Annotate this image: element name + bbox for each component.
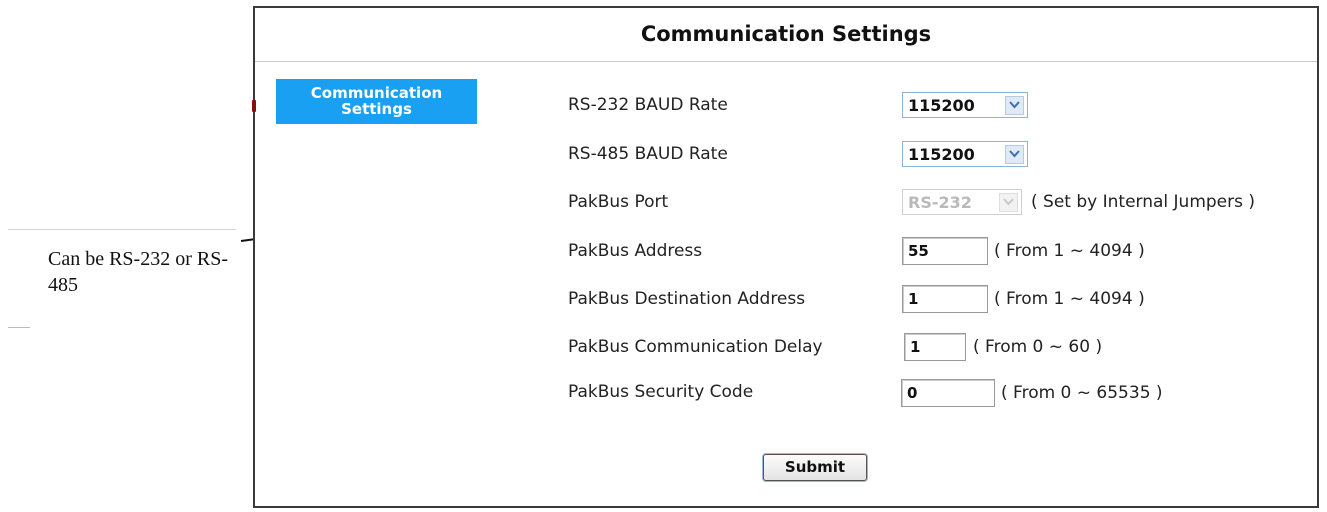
row-pakbus-delay: PakBus Communication Delay 1 ( From 0 ~ … — [255, 332, 1315, 362]
annotation-note: Can be RS-232 or RS-485 — [48, 248, 228, 296]
rs485-baud-label: RS-485 BAUD Rate — [568, 144, 728, 164]
pakbus-address-input[interactable]: 55 — [902, 237, 988, 265]
pakbus-security-hint: ( From 0 ~ 65535 ) — [1001, 383, 1163, 403]
rs232-baud-label: RS-232 BAUD Rate — [568, 95, 728, 115]
rs232-baud-select[interactable]: 115200 — [902, 92, 1028, 118]
callout-divider-top — [8, 229, 236, 230]
pakbus-port-hint: ( Set by Internal Jumpers ) — [1031, 192, 1256, 212]
row-rs232-baud: RS-232 BAUD Rate 115200 — [255, 90, 1315, 120]
pakbus-port-label: PakBus Port — [568, 192, 669, 212]
pakbus-destination-hint: ( From 1 ~ 4094 ) — [994, 289, 1145, 309]
submit-button[interactable]: Submit — [763, 454, 867, 481]
callout-divider-bottom — [8, 327, 30, 328]
chevron-down-icon — [1005, 95, 1024, 115]
chevron-down-icon — [999, 192, 1018, 212]
pakbus-delay-input[interactable]: 1 — [904, 333, 966, 361]
rs485-baud-value: 115200 — [908, 144, 975, 164]
pakbus-destination-input[interactable]: 1 — [902, 285, 988, 313]
pakbus-destination-label: PakBus Destination Address — [568, 289, 806, 309]
row-pakbus-destination: PakBus Destination Address 1 ( From 1 ~ … — [255, 284, 1315, 314]
pakbus-security-input[interactable]: 0 — [901, 379, 995, 407]
rs485-baud-select[interactable]: 115200 — [902, 141, 1028, 167]
pakbus-address-hint: ( From 1 ~ 4094 ) — [994, 241, 1145, 261]
pakbus-security-label: PakBus Security Code — [568, 382, 754, 402]
rs232-baud-value: 115200 — [908, 95, 975, 115]
pakbus-port-select: RS-232 — [902, 189, 1022, 215]
row-pakbus-port: PakBus Port RS-232 ( Set by Internal Jum… — [255, 187, 1315, 217]
pakbus-address-label: PakBus Address — [568, 241, 703, 261]
pakbus-delay-label: PakBus Communication Delay — [568, 337, 823, 357]
chevron-down-icon — [1005, 144, 1024, 164]
communication-settings-panel: Communication Settings Communication Set… — [252, 6, 1319, 508]
row-rs485-baud: RS-485 BAUD Rate 115200 — [255, 139, 1315, 169]
pakbus-delay-hint: ( From 0 ~ 60 ) — [973, 337, 1103, 357]
panel-title: Communication Settings — [255, 8, 1317, 62]
row-pakbus-security: PakBus Security Code 0 ( From 0 ~ 65535 … — [255, 377, 1315, 407]
pakbus-port-value: RS-232 — [908, 192, 972, 212]
row-pakbus-address: PakBus Address 55 ( From 1 ~ 4094 ) — [255, 236, 1315, 266]
